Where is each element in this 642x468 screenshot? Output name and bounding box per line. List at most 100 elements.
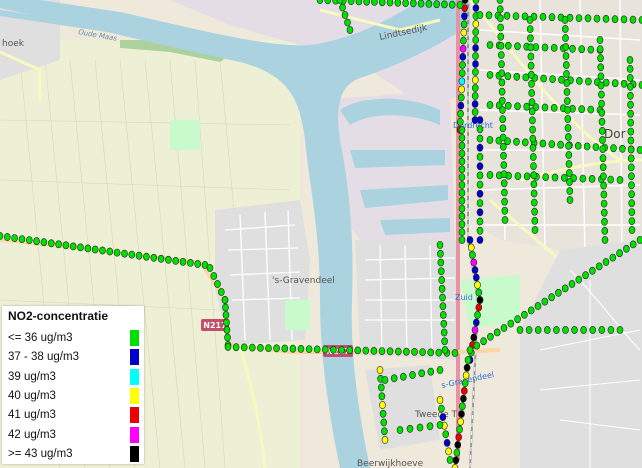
measurement-point[interactable]	[529, 143, 537, 152]
measurement-point[interactable]	[472, 273, 480, 282]
measurement-point[interactable]	[62, 241, 70, 250]
measurement-point[interactable]	[187, 258, 194, 267]
measurement-point[interactable]	[531, 226, 539, 234]
measurement-point[interactable]	[574, 141, 582, 150]
measurement-point[interactable]	[464, 356, 472, 364]
measurement-point[interactable]	[531, 207, 538, 216]
measurement-point[interactable]	[529, 116, 536, 125]
measurement-point[interactable]	[597, 54, 604, 63]
measurement-point[interactable]	[476, 217, 484, 226]
measurement-point[interactable]	[530, 180, 538, 189]
measurement-point[interactable]	[476, 171, 484, 180]
measurement-point[interactable]	[500, 324, 508, 332]
measurement-point[interactable]	[499, 133, 507, 142]
measurement-point[interactable]	[106, 247, 114, 256]
measurement-point[interactable]	[627, 109, 634, 118]
measurement-point[interactable]	[476, 116, 484, 124]
measurement-point[interactable]	[437, 258, 445, 267]
measurement-point[interactable]	[222, 311, 230, 319]
measurement-point[interactable]	[548, 140, 556, 148]
measurement-point[interactable]	[470, 258, 478, 267]
measurement-point[interactable]	[514, 42, 521, 51]
measurement-point[interactable]	[602, 14, 610, 23]
measurement-point[interactable]	[601, 226, 609, 235]
measurement-point[interactable]	[324, 0, 332, 5]
measurement-point[interactable]	[476, 189, 484, 198]
measurement-point[interactable]	[499, 142, 507, 151]
measurement-point[interactable]	[442, 430, 450, 439]
measurement-point[interactable]	[500, 161, 508, 169]
measurement-point[interactable]	[218, 288, 225, 296]
measurement-point[interactable]	[439, 302, 447, 311]
measurement-point[interactable]	[121, 249, 128, 258]
measurement-point[interactable]	[461, 379, 469, 387]
measurement-point[interactable]	[371, 0, 378, 6]
measurement-point[interactable]	[627, 127, 635, 136]
measurement-point[interactable]	[497, 51, 505, 59]
measurement-point[interactable]	[526, 25, 534, 33]
measurement-point[interactable]	[628, 181, 635, 190]
measurement-point[interactable]	[4, 233, 11, 241]
measurement-point[interactable]	[471, 84, 479, 92]
measurement-point[interactable]	[339, 3, 346, 12]
measurement-point[interactable]	[528, 80, 535, 88]
measurement-point[interactable]	[562, 43, 570, 51]
measurement-point[interactable]	[416, 423, 424, 432]
measurement-point[interactable]	[370, 346, 378, 355]
measurement-point[interactable]	[436, 396, 444, 404]
measurement-point[interactable]	[521, 310, 528, 319]
measurement-point[interactable]	[599, 163, 607, 172]
measurement-point[interactable]	[91, 245, 99, 254]
measurement-point[interactable]	[439, 311, 447, 319]
measurement-point[interactable]	[457, 417, 464, 426]
measurement-point[interactable]	[571, 326, 578, 334]
measurement-point[interactable]	[273, 344, 280, 353]
measurement-point[interactable]	[578, 45, 586, 54]
measurement-point[interactable]	[610, 144, 617, 153]
measurement-point[interactable]	[609, 253, 617, 262]
measurement-point[interactable]	[627, 136, 635, 145]
measurement-point[interactable]	[593, 14, 601, 23]
measurement-point[interactable]	[611, 79, 619, 88]
measurement-point[interactable]	[564, 124, 572, 132]
measurement-point[interactable]	[499, 124, 507, 133]
measurement-point[interactable]	[575, 275, 583, 284]
measurement-point[interactable]	[600, 172, 607, 181]
measurement-point[interactable]	[623, 244, 630, 253]
measurement-point[interactable]	[486, 136, 494, 144]
measurement-point[interactable]	[436, 366, 444, 374]
measurement-point[interactable]	[459, 402, 466, 411]
measurement-point[interactable]	[583, 142, 591, 151]
measurement-point[interactable]	[172, 256, 179, 265]
measurement-point[interactable]	[460, 20, 468, 29]
measurement-point[interactable]	[629, 15, 637, 24]
measurement-point[interactable]	[386, 0, 394, 7]
measurement-point[interactable]	[628, 190, 635, 199]
measurement-point[interactable]	[627, 100, 634, 109]
measurement-point[interactable]	[501, 188, 508, 197]
measurement-point[interactable]	[587, 45, 595, 54]
measurement-point[interactable]	[529, 153, 537, 161]
measurement-point[interactable]	[194, 260, 201, 268]
measurement-point[interactable]	[55, 240, 62, 249]
measurement-point[interactable]	[458, 410, 465, 418]
measurement-point[interactable]	[598, 90, 605, 99]
measurement-point[interactable]	[599, 145, 607, 153]
measurement-point[interactable]	[460, 28, 468, 37]
measurement-point[interactable]	[534, 326, 542, 334]
measurement-point[interactable]	[636, 146, 642, 154]
measurement-point[interactable]	[600, 208, 608, 217]
measurement-point[interactable]	[600, 199, 608, 208]
measurement-point[interactable]	[596, 45, 604, 53]
measurement-point[interactable]	[466, 236, 474, 244]
measurement-point[interactable]	[636, 236, 642, 244]
measurement-point[interactable]	[564, 133, 572, 141]
measurement-point[interactable]	[379, 409, 387, 418]
measurement-point[interactable]	[378, 392, 386, 401]
measurement-point[interactable]	[355, 0, 363, 6]
measurement-point[interactable]	[443, 438, 451, 447]
measurement-point[interactable]	[380, 418, 388, 427]
measurement-point[interactable]	[598, 126, 606, 135]
measurement-point[interactable]	[179, 257, 187, 266]
measurement-point[interactable]	[521, 138, 529, 147]
